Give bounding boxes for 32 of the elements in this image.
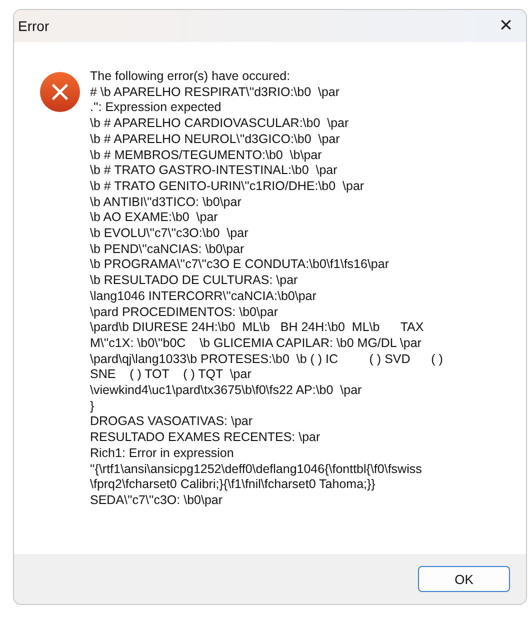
- message-line: \pard\qj\lang1033\b PROTESES:\b0 \b ( ) IC ( ) SVD ( ): [90, 352, 443, 368]
- message-line: \b PEND\''caNCIAS: \b0\par: [90, 242, 246, 258]
- message-line: \b PROGRAMA\''c7\''c3O E CONDUTA:\b0\f1\fs16\par: [90, 257, 390, 274]
- message-line: # \b APARELHO RESPIRAT\''d3RIO:\b0 \par: [90, 84, 341, 100]
- message-line: SNE ( ) TOT ( ) TQT \par: [90, 367, 252, 384]
- ok-button[interactable]: OK: [418, 566, 510, 592]
- message-line: SEDA\''c7\''c3O: \b0\par: [90, 492, 224, 509]
- message-line: \fprq2\fcharset0 Calibri;}{\f1\fnil\fcharset0 Tahoma;}}: [90, 477, 376, 493]
- message-line: \b AO EXAME:\b0 \par: [90, 210, 219, 226]
- message-line: Rich1: Error in expression: [90, 446, 235, 462]
- message-line: \pard\b DIURESE 24H:\b0 ML\b BH 24H:\b0 ML\b TAX: [90, 320, 425, 336]
- message-line: \b EVOLU\''c7\''c3O:\b0 \par: [90, 226, 250, 242]
- message-line: \lang1046 INTERCORR\''caNCIA:\b0\par: [90, 288, 318, 305]
- message-line: \b # APARELHO NEUROL\''d3GICO:\b0 \par: [90, 132, 341, 148]
- message-line: DROGAS VASOATIVAS: \par: [90, 414, 254, 430]
- message-line: }: [90, 398, 96, 414]
- error-icon: [40, 72, 80, 112]
- message-line: \b # TRATO GENITO-URIN\''c1RIO/DHE:\b0 \par: [90, 178, 366, 195]
- message-line: \b # APARELHO CARDIOVASCULAR:\b0 \par: [90, 116, 350, 132]
- message-line: \b ANTIBI\''d3TICO: \b0\par: [90, 194, 242, 210]
- message-line: M\''c1X: \b0\''b0C \b GLICEMIA CAPILAR: \b0 MG/DL \par: [90, 336, 422, 352]
- message-line: \pard PROCEDIMENTOS: \b0\par: [90, 304, 280, 320]
- message-line: The following error(s) have occured:: [90, 69, 292, 85]
- message-line: ''{\rtf1\ansi\ansicpg1252\deff0\deflang1046{\fonttbl{\f0\fswiss: [90, 462, 423, 478]
- message-line: \b # TRATO GASTRO-INTESTINAL:\b0 \par: [90, 163, 338, 179]
- message-line: \b RESULTADO DE CULTURAS: \par: [90, 273, 299, 289]
- window-title: Error: [18, 18, 50, 34]
- close-button[interactable]: ✕: [486, 10, 526, 42]
- message-line: \b # MEMBROS/TEGUMENTO:\b0 \b\par: [90, 148, 323, 164]
- message-line: \viewkind4\uc1\pard\tx3675\b\f0\fs22 AP:\b0 \par: [90, 383, 363, 399]
- message-line: RESULTADO EXAMES RECENTES: \par: [90, 430, 322, 446]
- message-line: .'': Expression expected: [90, 100, 222, 116]
